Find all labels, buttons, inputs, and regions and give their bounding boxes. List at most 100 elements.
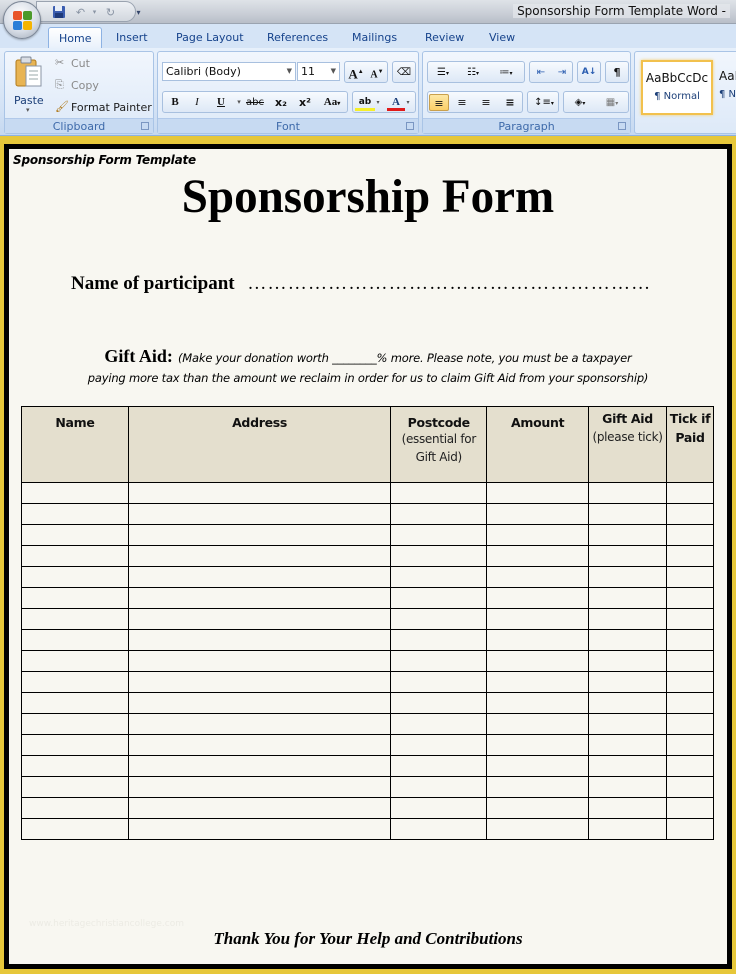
underline-button[interactable]: U xyxy=(211,94,231,111)
cell-tick-if-paid[interactable] xyxy=(666,524,714,546)
font-size-select[interactable]: 11 ▼ xyxy=(297,62,340,81)
cell-name[interactable] xyxy=(21,524,129,546)
cell-gift-aid[interactable] xyxy=(588,734,667,756)
cell-gift-aid[interactable] xyxy=(588,524,667,546)
cell-amount[interactable] xyxy=(486,692,590,714)
cell-tick-if-paid[interactable] xyxy=(666,734,714,756)
cell-address[interactable] xyxy=(127,608,392,630)
cell-postcode[interactable] xyxy=(390,482,488,504)
cell-address[interactable] xyxy=(127,566,392,588)
font-color-dropdown-icon[interactable]: ▾ xyxy=(403,94,413,111)
strikethrough-button[interactable]: abc xyxy=(245,94,265,111)
cell-name[interactable] xyxy=(21,776,129,798)
paste-button[interactable]: Paste ▾ xyxy=(9,54,49,114)
cell-gift-aid[interactable] xyxy=(588,755,667,777)
align-right-button[interactable]: ≡ xyxy=(476,94,496,111)
cut-button[interactable]: ✂ Cut xyxy=(55,56,115,72)
italic-button[interactable]: I xyxy=(187,94,207,111)
cell-postcode[interactable] xyxy=(390,734,488,756)
cell-amount[interactable] xyxy=(486,503,590,525)
cell-gift-aid[interactable] xyxy=(588,482,667,504)
cell-address[interactable] xyxy=(127,482,392,504)
cell-gift-aid[interactable] xyxy=(588,629,667,651)
increase-indent-button[interactable]: ⇥ xyxy=(552,64,572,81)
cell-name[interactable] xyxy=(21,755,129,777)
style-normal[interactable]: AaBbCcDc ¶ Normal xyxy=(641,60,713,115)
cell-postcode[interactable] xyxy=(390,797,488,819)
cell-amount[interactable] xyxy=(486,524,590,546)
cell-postcode[interactable] xyxy=(390,755,488,777)
tab-review[interactable]: Review xyxy=(415,27,474,48)
undo-icon[interactable]: ↶ xyxy=(73,5,88,20)
cell-postcode[interactable] xyxy=(390,650,488,672)
cell-address[interactable] xyxy=(127,671,392,693)
cell-tick-if-paid[interactable] xyxy=(666,608,714,630)
cell-address[interactable] xyxy=(127,734,392,756)
cell-amount[interactable] xyxy=(486,755,590,777)
cell-gift-aid[interactable] xyxy=(588,650,667,672)
style-no-spacing[interactable]: AaBbCcDc ¶ No Spacing xyxy=(717,60,736,115)
cell-tick-if-paid[interactable] xyxy=(666,650,714,672)
cell-amount[interactable] xyxy=(486,629,590,651)
cell-tick-if-paid[interactable] xyxy=(666,566,714,588)
cell-postcode[interactable] xyxy=(390,566,488,588)
cell-tick-if-paid[interactable] xyxy=(666,503,714,525)
cell-address[interactable] xyxy=(127,524,392,546)
cell-amount[interactable] xyxy=(486,671,590,693)
subscript-button[interactable]: x₂ xyxy=(271,94,291,111)
cell-tick-if-paid[interactable] xyxy=(666,713,714,735)
cell-tick-if-paid[interactable] xyxy=(666,629,714,651)
highlight-dropdown-icon[interactable]: ▾ xyxy=(373,94,383,111)
cell-name[interactable] xyxy=(21,692,129,714)
cell-name[interactable] xyxy=(21,566,129,588)
cell-postcode[interactable] xyxy=(390,608,488,630)
clipboard-dialog-launcher[interactable] xyxy=(141,122,149,130)
cell-name[interactable] xyxy=(21,629,129,651)
cell-gift-aid[interactable] xyxy=(588,797,667,819)
tab-references[interactable]: References xyxy=(257,27,338,48)
cell-postcode[interactable] xyxy=(390,545,488,567)
cell-address[interactable] xyxy=(127,629,392,651)
cell-address[interactable] xyxy=(127,818,392,840)
cell-postcode[interactable] xyxy=(390,818,488,840)
cell-tick-if-paid[interactable] xyxy=(666,797,714,819)
align-center-button[interactable]: ≡ xyxy=(452,94,472,111)
font-name-select[interactable]: Calibri (Body) ▼ xyxy=(162,62,296,81)
customize-toolbar-icon[interactable]: ▾ xyxy=(131,5,146,20)
cell-tick-if-paid[interactable] xyxy=(666,671,714,693)
shading-button[interactable]: ◈▾ xyxy=(566,94,594,111)
cell-tick-if-paid[interactable] xyxy=(666,482,714,504)
cell-address[interactable] xyxy=(127,755,392,777)
cell-gift-aid[interactable] xyxy=(588,713,667,735)
font-dialog-launcher[interactable] xyxy=(406,122,414,130)
cell-name[interactable] xyxy=(21,734,129,756)
tab-insert[interactable]: Insert xyxy=(106,27,158,48)
decrease-indent-button[interactable]: ⇤ xyxy=(531,64,551,81)
cell-name[interactable] xyxy=(21,650,129,672)
bullets-button[interactable]: ☰▾ xyxy=(430,64,456,81)
participant-field[interactable]: Name of participant …………………………………………………… xyxy=(71,273,651,295)
numbering-button[interactable]: ☷▾ xyxy=(460,64,486,81)
clear-formatting-button[interactable]: ⌫ xyxy=(392,61,416,83)
cell-name[interactable] xyxy=(21,818,129,840)
cell-name[interactable] xyxy=(21,587,129,609)
cell-tick-if-paid[interactable] xyxy=(666,818,714,840)
paragraph-dialog-launcher[interactable] xyxy=(618,122,626,130)
grow-font-button[interactable]: A▲ xyxy=(346,64,366,81)
cell-name[interactable] xyxy=(21,503,129,525)
line-spacing-button[interactable]: ↕≡▾ xyxy=(527,91,559,113)
bold-button[interactable]: B xyxy=(165,94,185,111)
format-painter-button[interactable]: 🖌 Format Painter xyxy=(55,100,152,116)
cell-amount[interactable] xyxy=(486,587,590,609)
cell-tick-if-paid[interactable] xyxy=(666,545,714,567)
multilevel-list-button[interactable]: ≔▾ xyxy=(492,64,520,81)
cell-amount[interactable] xyxy=(486,482,590,504)
cell-postcode[interactable] xyxy=(390,692,488,714)
cell-postcode[interactable] xyxy=(390,776,488,798)
cell-address[interactable] xyxy=(127,587,392,609)
cell-postcode[interactable] xyxy=(390,503,488,525)
cell-gift-aid[interactable] xyxy=(588,818,667,840)
cell-address[interactable] xyxy=(127,797,392,819)
cell-gift-aid[interactable] xyxy=(588,503,667,525)
office-button[interactable] xyxy=(3,1,41,39)
